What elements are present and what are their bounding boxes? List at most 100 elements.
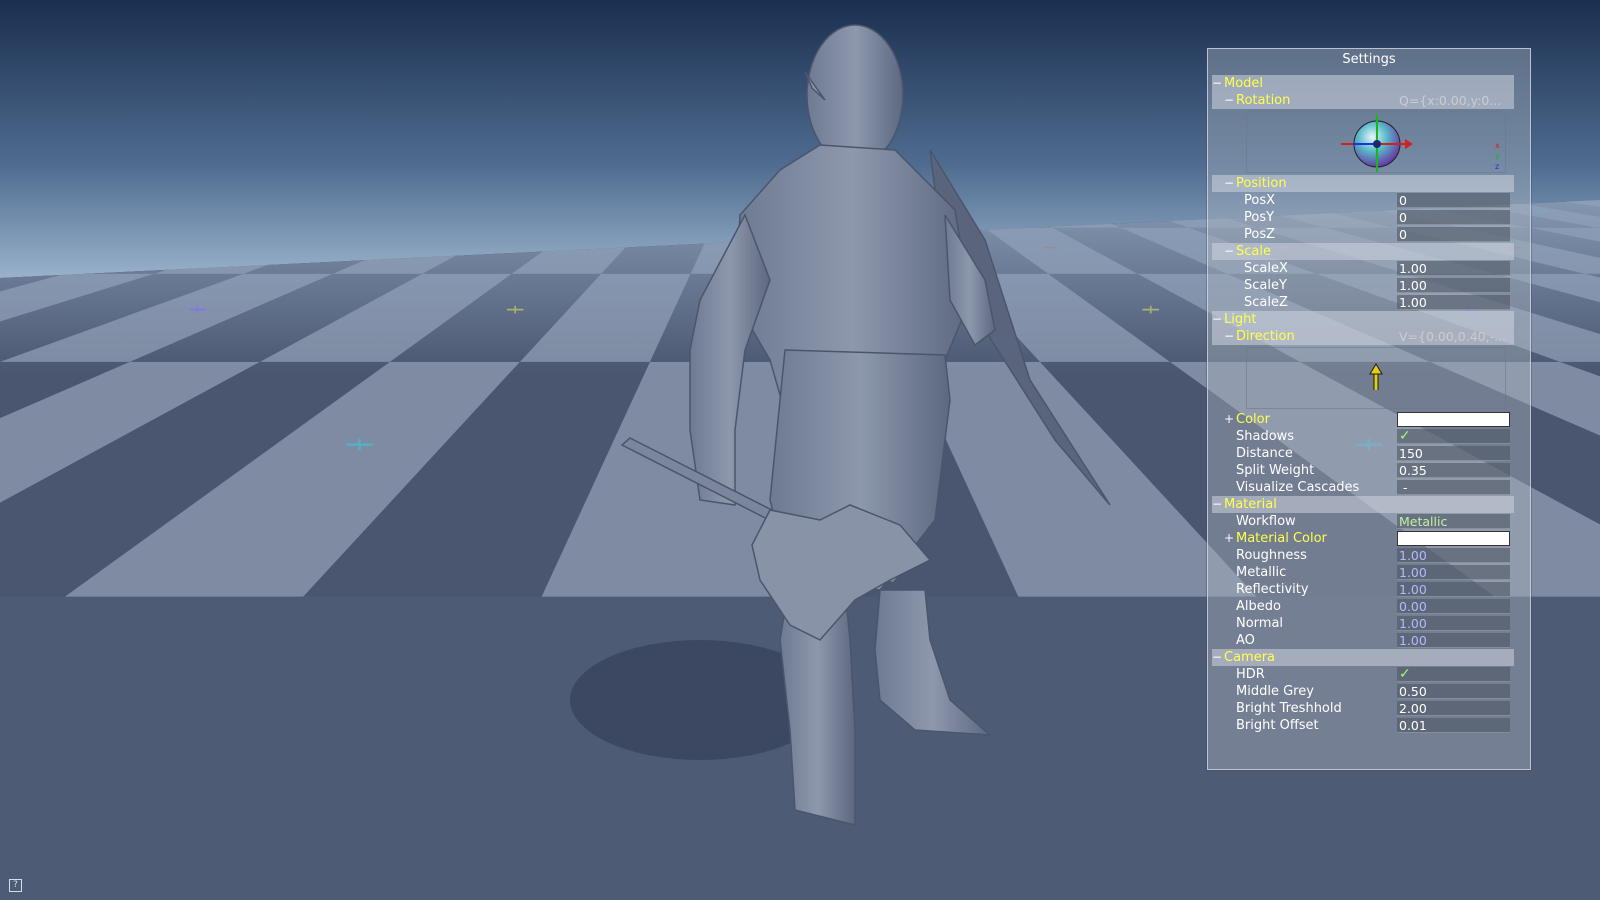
scalex-row: ScaleX 1.00 <box>1212 260 1514 277</box>
material-group-header[interactable]: − Material <box>1212 496 1514 513</box>
hdr-label: HDR <box>1236 667 1265 682</box>
scale-header[interactable]: − Scale <box>1212 243 1514 260</box>
workflow-select[interactable]: Metallic <box>1397 514 1510 529</box>
camera-group-header[interactable]: − Camera <box>1212 649 1514 666</box>
expand-toggle-icon[interactable]: + <box>1224 411 1234 428</box>
scalez-row: ScaleZ 1.00 <box>1212 294 1514 311</box>
collapse-toggle-icon[interactable]: − <box>1224 92 1234 109</box>
axis-x-label: x <box>1495 141 1500 150</box>
workflow-row: Workflow Metallic <box>1212 513 1514 530</box>
rotation-gizmo-frame[interactable]: x y z <box>1246 111 1506 174</box>
shadows-checkbox[interactable]: ✓ <box>1397 429 1510 444</box>
middle-grey-label: Middle Grey <box>1236 684 1314 699</box>
material-color-row[interactable]: + Material Color <box>1212 530 1514 547</box>
group-label-model: Model <box>1224 76 1264 91</box>
split-weight-label: Split Weight <box>1236 463 1315 478</box>
direction-gizmo-frame[interactable] <box>1246 347 1506 409</box>
ao-row: AO 1.00 <box>1212 632 1514 649</box>
shadows-label: Shadows <box>1236 429 1295 444</box>
roughness-slider[interactable]: 1.00 <box>1397 548 1510 563</box>
albedo-row: Albedo 0.00 <box>1212 598 1514 615</box>
group-label-camera: Camera <box>1224 650 1276 665</box>
split-weight-field[interactable]: 0.35 <box>1397 463 1510 478</box>
light-direction-arrow-icon[interactable] <box>1247 348 1505 408</box>
reflectivity-label: Reflectivity <box>1236 582 1309 597</box>
metallic-row: Metallic 1.00 <box>1212 564 1514 581</box>
collapse-toggle-icon[interactable]: − <box>1224 243 1234 260</box>
rotation-header[interactable]: − Rotation Q={x:0.00,y:0... <box>1212 92 1514 109</box>
collapse-toggle-icon[interactable]: − <box>1224 328 1234 345</box>
scale-label: Scale <box>1236 244 1271 259</box>
bright-offset-row: Bright Offset 0.01 <box>1212 717 1514 734</box>
axis-y-label: y <box>1495 151 1500 160</box>
ao-slider[interactable]: 1.00 <box>1397 633 1510 648</box>
rotation-sphere-icon[interactable]: x y z <box>1247 112 1505 174</box>
posy-label: PosY <box>1244 210 1275 225</box>
albedo-slider[interactable]: 0.00 <box>1397 599 1510 614</box>
hdr-row: HDR ✓ <box>1212 666 1514 683</box>
scalex-field[interactable]: 1.00 <box>1397 261 1510 276</box>
rotation-value: Q={x:0.00,y:0... <box>1399 93 1502 108</box>
collapse-toggle-icon[interactable]: − <box>1212 311 1222 328</box>
rotation-label: Rotation <box>1236 93 1291 108</box>
bright-threshold-field[interactable]: 2.00 <box>1397 701 1510 716</box>
albedo-label: Albedo <box>1236 599 1281 614</box>
metallic-label: Metallic <box>1236 565 1287 580</box>
scalez-field[interactable]: 1.00 <box>1397 295 1510 310</box>
scaley-field[interactable]: 1.00 <box>1397 278 1510 293</box>
bright-offset-label: Bright Offset <box>1236 718 1319 733</box>
material-color-label: Material Color <box>1236 531 1327 546</box>
posy-field[interactable]: 0 <box>1397 210 1510 225</box>
bright-threshold-row: Bright Treshhold 2.00 <box>1212 700 1514 717</box>
distance-field[interactable]: 150 <box>1397 446 1510 461</box>
material-color-swatch[interactable] <box>1397 531 1510 546</box>
group-label-material: Material <box>1224 497 1277 512</box>
collapse-toggle-icon[interactable]: − <box>1224 175 1234 192</box>
settings-title: Settings <box>1342 52 1396 67</box>
roughness-label: Roughness <box>1236 548 1307 563</box>
visualize-cascades-label: Visualize Cascades <box>1236 480 1360 495</box>
position-header[interactable]: − Position <box>1212 175 1514 192</box>
posz-field[interactable]: 0 <box>1397 227 1510 242</box>
help-icon[interactable]: ? <box>9 879 22 892</box>
group-label-light: Light <box>1224 312 1257 327</box>
distance-label: Distance <box>1236 446 1293 461</box>
hdr-checkbox[interactable]: ✓ <box>1397 667 1510 682</box>
scaley-row: ScaleY 1.00 <box>1212 277 1514 294</box>
light-color-row[interactable]: + Color <box>1212 411 1514 428</box>
bright-offset-field[interactable]: 0.01 <box>1397 718 1510 733</box>
roughness-row: Roughness 1.00 <box>1212 547 1514 564</box>
direction-header[interactable]: − Direction V={0.00,0.40,-... <box>1212 328 1514 345</box>
normal-row: Normal 1.00 <box>1212 615 1514 632</box>
visualize-cascades-checkbox[interactable]: - <box>1397 480 1510 495</box>
light-color-label: Color <box>1236 412 1270 427</box>
collapse-toggle-icon[interactable]: − <box>1212 496 1222 513</box>
expand-toggle-icon[interactable]: + <box>1224 530 1234 547</box>
normal-label: Normal <box>1236 616 1284 631</box>
model-group-header[interactable]: − Model <box>1212 75 1514 92</box>
metallic-slider[interactable]: 1.00 <box>1397 565 1510 580</box>
light-color-swatch[interactable] <box>1397 412 1510 427</box>
workflow-label: Workflow <box>1236 514 1296 529</box>
posz-row: PosZ 0 <box>1212 226 1514 243</box>
posy-row: PosY 0 <box>1212 209 1514 226</box>
position-label: Position <box>1236 176 1287 191</box>
posx-field[interactable]: 0 <box>1397 193 1510 208</box>
normal-slider[interactable]: 1.00 <box>1397 616 1510 631</box>
split-weight-row: Split Weight 0.35 <box>1212 462 1514 479</box>
direction-gizmo-widget[interactable] <box>1212 345 1514 411</box>
light-group-header[interactable]: − Light <box>1212 311 1514 328</box>
shadows-row: Shadows ✓ <box>1212 428 1514 445</box>
rotation-gizmo-widget[interactable]: x y z <box>1212 109 1514 175</box>
collapse-toggle-icon[interactable]: − <box>1212 649 1222 666</box>
reflectivity-slider[interactable]: 1.00 <box>1397 582 1510 597</box>
scalex-label: ScaleX <box>1244 261 1288 276</box>
scalez-label: ScaleZ <box>1244 295 1288 310</box>
collapse-toggle-icon[interactable]: − <box>1212 75 1222 92</box>
scaley-label: ScaleY <box>1244 278 1287 293</box>
direction-value: V={0.00,0.40,-... <box>1399 329 1507 344</box>
visualize-cascades-row: Visualize Cascades - <box>1212 479 1514 496</box>
middle-grey-field[interactable]: 0.50 <box>1397 684 1510 699</box>
distance-row: Distance 150 <box>1212 445 1514 462</box>
middle-grey-row: Middle Grey 0.50 <box>1212 683 1514 700</box>
